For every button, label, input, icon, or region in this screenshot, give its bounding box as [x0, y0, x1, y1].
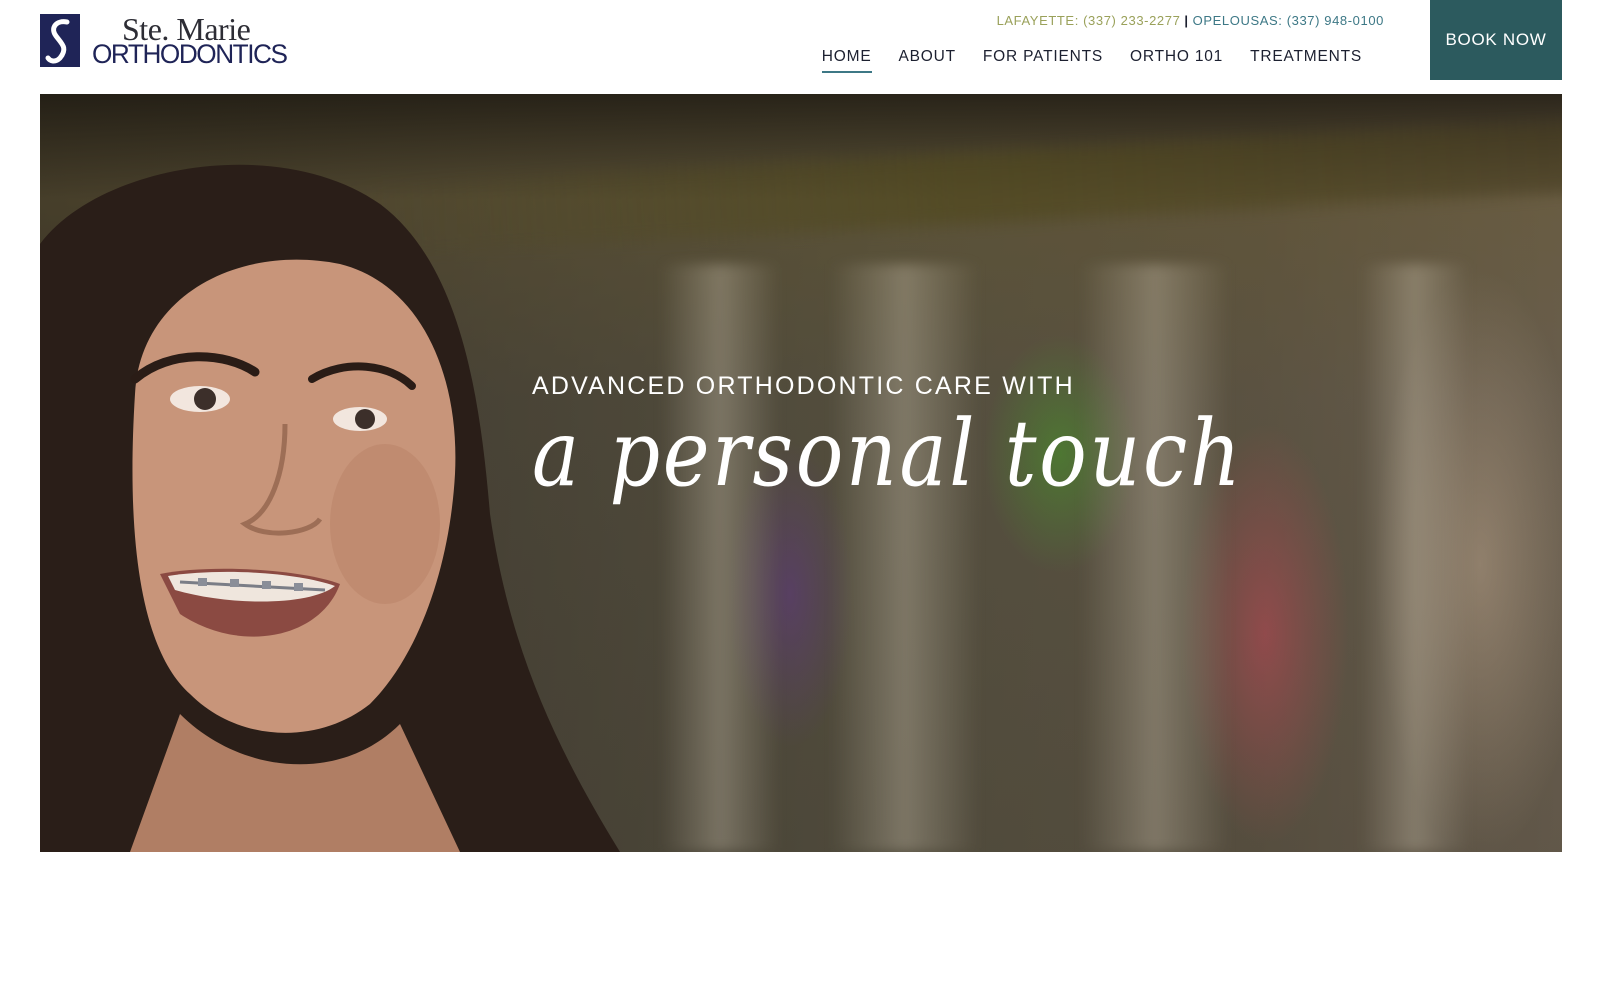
nav-item-about[interactable]: ABOUT — [899, 48, 956, 71]
hero-headline: ADVANCED ORTHODONTIC CARE WITH a persona… — [532, 372, 1359, 507]
book-now-button[interactable]: BOOK NOW — [1430, 0, 1562, 80]
nav-item-treatments[interactable]: TREATMENTS — [1250, 48, 1362, 71]
nav-item-ortho-101[interactable]: ORTHO 101 — [1130, 48, 1223, 71]
phone-separator: | — [1184, 13, 1189, 28]
hero-background-pillar — [830, 264, 980, 852]
hero-script-text: a personal touch — [532, 400, 1244, 507]
site-logo[interactable]: Ste. Marie ORTHODONTICS — [40, 11, 302, 69]
hero-background-pillar — [660, 264, 780, 852]
logo-wordmark-bottom: ORTHODONTICS — [92, 39, 288, 69]
hero-background-pillar — [1080, 264, 1230, 852]
logo-s-mark-icon — [40, 14, 80, 67]
site-header: Ste. Marie ORTHODONTICS LAFAYETTE: (337)… — [0, 0, 1600, 92]
nav-item-for-patients[interactable]: FOR PATIENTS — [983, 48, 1103, 71]
nav-item-home[interactable]: HOME — [821, 48, 872, 73]
hero-banner: ADVANCED ORTHODONTIC CARE WITH a persona… — [40, 94, 1562, 852]
hero-kicker-text: ADVANCED ORTHODONTIC CARE WITH — [532, 372, 1075, 400]
phone-numbers: LAFAYETTE: (337) 233-2277 | OPELOUSAS: (33… — [997, 13, 1384, 28]
phone-opelousas-link[interactable]: OPELOUSAS: (337) 948-0100 — [1193, 13, 1384, 28]
phone-lafayette-link[interactable]: LAFAYETTE: (337) 233-2277 — [997, 13, 1181, 28]
hero-background-pillar — [1360, 264, 1470, 852]
main-nav: HOME ABOUT FOR PATIENTS ORTHO 101 TREATM… — [821, 48, 1362, 73]
